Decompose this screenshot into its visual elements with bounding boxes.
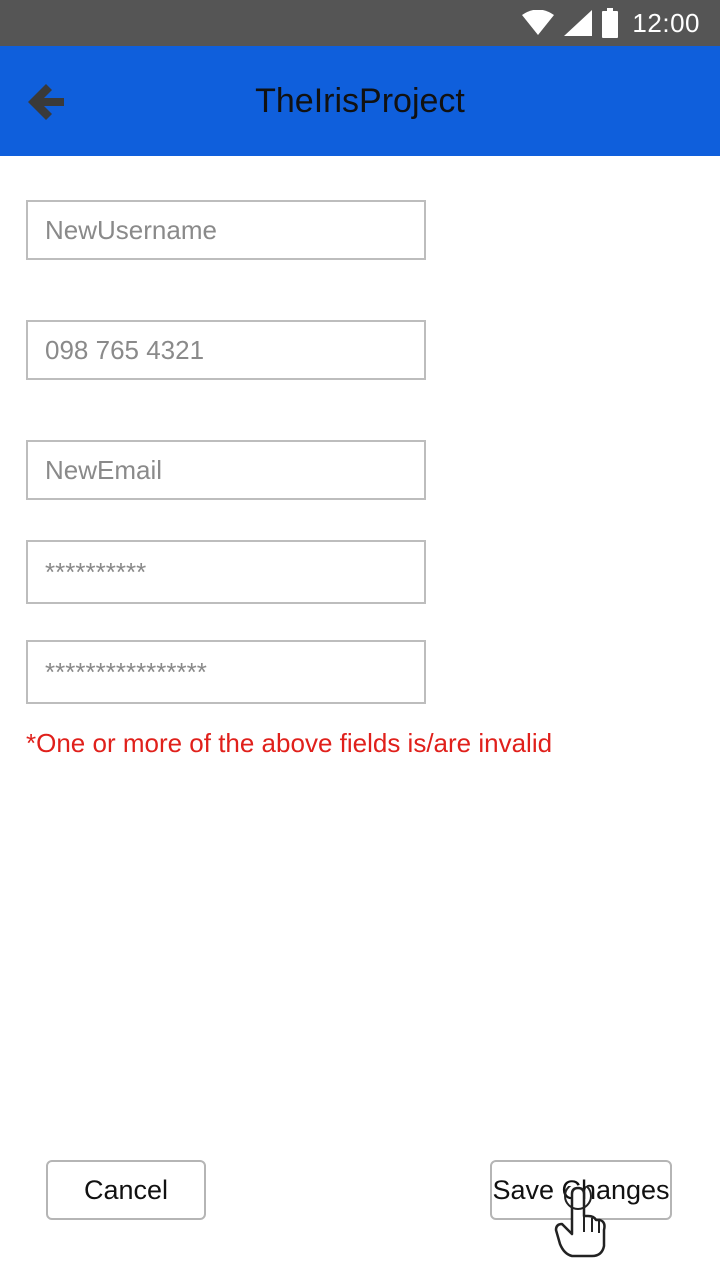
wifi-icon — [522, 10, 555, 36]
status-time: 12:00 — [632, 7, 700, 38]
app-bar: TheIrisProject — [0, 46, 720, 156]
email-field[interactable] — [26, 440, 426, 500]
status-icons: 12:00 — [522, 0, 700, 46]
phone-field[interactable] — [26, 320, 426, 380]
save-changes-button[interactable]: Save Changes — [490, 1160, 672, 1220]
battery-icon — [602, 8, 619, 38]
cell-signal-icon — [564, 10, 593, 36]
status-bar: 12:00 — [0, 0, 720, 46]
password-field[interactable] — [26, 540, 426, 604]
username-input[interactable] — [45, 214, 424, 246]
username-field[interactable] — [26, 200, 426, 260]
validation-error-message: *One or more of the above fields is/are … — [26, 728, 553, 758]
confirm-password-field[interactable] — [26, 640, 426, 704]
phone-input[interactable] — [45, 334, 424, 366]
settings-edit-screen: 12:00 TheIrisProject *One or more of the… — [0, 0, 720, 1280]
arrow-left-icon — [24, 80, 68, 129]
confirm-password-input[interactable] — [45, 656, 424, 688]
app-title: TheIrisProject — [255, 81, 465, 120]
password-input[interactable] — [45, 556, 424, 588]
back-button[interactable] — [18, 76, 74, 132]
email-input[interactable] — [45, 454, 424, 486]
cancel-button[interactable]: Cancel — [46, 1160, 206, 1220]
